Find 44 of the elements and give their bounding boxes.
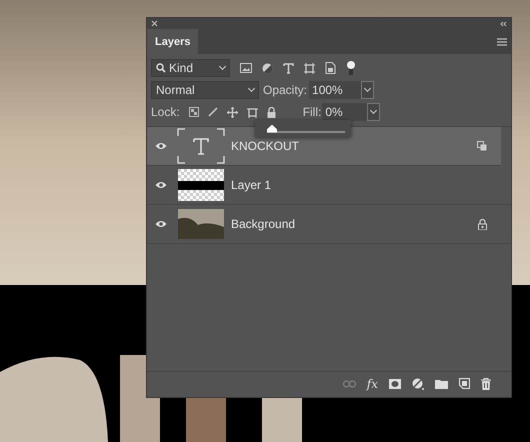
type-icon[interactable] [283,62,294,74]
move-icon[interactable] [226,106,238,118]
mask-icon[interactable] [389,378,401,388]
crop-frame-icon[interactable] [304,62,315,74]
collapse-icon[interactable] [499,20,507,26]
layers-tab[interactable]: Layers [147,29,198,54]
checker-icon[interactable] [188,107,199,117]
half-circle-icon[interactable] [412,378,424,390]
fx-icon[interactable]: fx [366,376,378,390]
eye-icon[interactable] [155,220,167,228]
new-layer-icon[interactable] [459,378,470,389]
layer-row[interactable]: Layer 1 [147,166,511,205]
folder-icon[interactable] [435,378,448,388]
blend-mode-dropdown[interactable]: Normal [151,81,259,99]
layer-name: Layer 1 [231,178,272,192]
opacity-dropdown-button[interactable] [361,81,374,99]
fill-field[interactable]: 0% [322,103,368,121]
layer-thumbnail [178,169,224,201]
layer-row[interactable]: KNOCKOUT [147,127,501,166]
eye-icon[interactable] [155,181,167,189]
fill-dropdown-button[interactable] [367,103,380,121]
brush-icon[interactable] [208,107,218,117]
text-layer-thumbnail-icon [177,128,225,164]
layer-name: KNOCKOUT [231,139,300,153]
image-icon[interactable] [240,63,252,73]
opacity-label: Opacity: [263,83,308,97]
toggle-icon[interactable] [346,60,356,76]
photo-thumbnail [178,209,224,239]
lock-icon[interactable] [266,106,276,118]
crop-frame-icon[interactable] [246,106,258,118]
layer-name: Background [231,217,296,231]
layer-row[interactable]: Background [147,205,511,244]
search-icon [156,63,166,73]
menu-icon[interactable] [497,38,507,46]
filter-dropdown[interactable]: Kind [151,59,230,77]
fill-label: Fill: [302,105,322,119]
document-icon[interactable] [325,62,336,74]
trash-icon[interactable] [481,378,491,390]
eye-icon[interactable] [155,142,167,150]
half-circle-icon[interactable] [262,62,273,74]
lock-label: Lock: [151,105,180,119]
opacity-field[interactable]: 100% [309,81,362,99]
slider-handle[interactable] [267,124,277,132]
close-icon[interactable] [151,20,158,27]
